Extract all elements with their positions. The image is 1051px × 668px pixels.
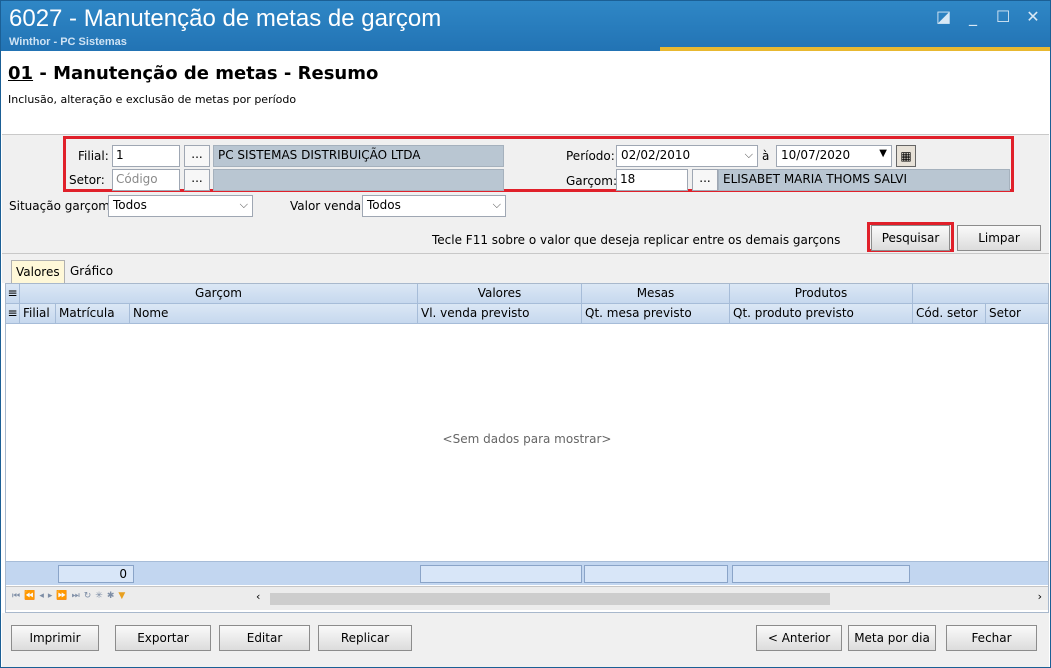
maximize-icon[interactable]: ☐ (996, 7, 1010, 26)
minimize-icon[interactable]: _ (966, 7, 980, 26)
setor-name-field (213, 169, 504, 191)
setor-label: Setor: (69, 173, 105, 187)
fechar-button[interactable]: Fechar (946, 625, 1037, 651)
tab-strip: Valores Gráfico (2, 253, 1049, 284)
setor-lookup-button[interactable]: ... (184, 169, 210, 191)
col-setor[interactable]: Setor (986, 304, 1048, 324)
window-controls: ◪ _ ☐ ✕ (936, 7, 1040, 26)
scroll-left-icon[interactable]: ‹ (256, 590, 260, 603)
grid-navigator: ⏮⏪◂▸⏩⏭↻✳✱▼ ‹ › (6, 586, 1048, 610)
situacao-label: Situação garçom: (9, 199, 115, 213)
restore-icon[interactable]: ◪ (936, 7, 951, 26)
filial-lookup-button[interactable]: ... (184, 145, 210, 167)
col-matricula[interactable]: Matrícula (56, 304, 130, 324)
chevron-down-icon: ⌵ (744, 148, 753, 161)
refresh-icon[interactable]: ↻ (84, 591, 96, 601)
setor-input[interactable]: Código (112, 169, 180, 191)
col-filial[interactable]: Filial (20, 304, 56, 324)
page-description: Inclusão, alteração e exclusão de metas … (8, 93, 297, 106)
col-cod-setor[interactable]: Cód. setor (913, 304, 986, 324)
filter-panel: Filial: 1 ... PC SISTEMAS DISTRIBUIÇÃO L… (2, 135, 1049, 253)
band-valores: Valores (418, 284, 582, 304)
app-window: 6027 - Manutenção de metas de garçom Win… (0, 0, 1051, 668)
page-header: 01 - Manutenção de metas - Resumo Inclus… (2, 51, 1049, 135)
summary-produtos (732, 565, 910, 583)
prev-page-icon[interactable]: ⏪ (24, 591, 39, 601)
bottom-button-bar: Imprimir Exportar Editar Replicar < Ante… (2, 613, 1049, 667)
valor-venda-label: Valor venda: (290, 199, 366, 213)
periodo-end-value: 10/07/2020 (781, 148, 851, 162)
garcom-label: Garçom: (566, 174, 617, 188)
meta-por-dia-button[interactable]: Meta por dia (848, 625, 936, 651)
valor-venda-value: Todos (367, 198, 401, 212)
col-vl-venda-previsto[interactable]: Vl. venda previsto (418, 304, 582, 324)
periodo-start-select[interactable]: 02/02/2010 ⌵ (616, 145, 758, 167)
dropdown-arrow-icon: ▼ (879, 148, 887, 159)
col-nome[interactable]: Nome (130, 304, 418, 324)
periodo-start-value: 02/02/2010 (621, 148, 691, 162)
anterior-button[interactable]: < Anterior (756, 625, 842, 651)
band-garcom: Garçom (20, 284, 418, 304)
next-page-icon[interactable]: ⏩ (56, 591, 71, 601)
grid-column-header: ≡ Filial Matrícula Nome Vl. venda previs… (6, 304, 1048, 324)
empty-grid-message: <Sem dados para mostrar> (442, 432, 612, 446)
prev-record-icon[interactable]: ◂ (39, 591, 48, 601)
summary-valores (420, 565, 582, 583)
band-mesas: Mesas (582, 284, 730, 304)
page-title: 01 - Manutenção de metas - Resumo (8, 63, 378, 84)
row-indicator-icon[interactable]: ≡ (6, 304, 20, 324)
pesquisar-button[interactable]: Pesquisar (871, 225, 950, 251)
chevron-down-icon: ⌵ (492, 198, 501, 211)
first-record-icon[interactable]: ⏮ (12, 591, 24, 601)
situacao-value: Todos (113, 198, 147, 212)
window-title: 6027 - Manutenção de metas de garçom (9, 5, 442, 32)
editar-button[interactable]: Editar (219, 625, 310, 651)
garcom-name-field: ELISABET MARIA THOMS SALVI (718, 169, 1010, 191)
close-icon[interactable]: ✕ (1026, 7, 1040, 26)
tab-grafico[interactable]: Gráfico (66, 260, 117, 284)
grid-band-header: ≡ Garçom Valores Mesas Produtos (6, 284, 1048, 304)
window-subtitle: Winthor - PC Sistemas (9, 36, 127, 48)
replicate-hint: Tecle F11 sobre o valor que deseja repli… (432, 233, 841, 247)
summary-mesas (584, 565, 728, 583)
grid-summary-row: 0 (6, 561, 1048, 585)
periodo-label: Período: (566, 149, 615, 163)
band-produtos: Produtos (730, 284, 913, 304)
band-empty (913, 284, 1048, 304)
page-title-text: - Manutenção de metas - Resumo (33, 63, 379, 84)
horizontal-scrollbar[interactable] (270, 593, 830, 605)
garcom-lookup-button[interactable]: ... (692, 169, 718, 191)
filial-label: Filial: (78, 149, 109, 163)
page-title-number: 01 (8, 63, 34, 84)
summary-count: 0 (58, 565, 134, 583)
title-bar: 6027 - Manutenção de metas de garçom Win… (1, 1, 1050, 51)
garcom-input[interactable]: 18 (616, 169, 688, 191)
replicar-button[interactable]: Replicar (318, 625, 412, 651)
imprimir-button[interactable]: Imprimir (11, 625, 99, 651)
filial-input[interactable]: 1 (112, 145, 180, 167)
col-qt-produto-previsto[interactable]: Qt. produto previsto (730, 304, 913, 324)
scroll-right-icon[interactable]: › (1038, 590, 1042, 603)
data-grid: ≡ Garçom Valores Mesas Produtos ≡ Filial… (5, 283, 1049, 613)
periodo-separator: à (762, 149, 770, 163)
chevron-down-icon: ⌵ (239, 198, 248, 211)
filial-name-field: PC SISTEMAS DISTRIBUIÇÃO LTDA (213, 145, 504, 167)
exportar-button[interactable]: Exportar (115, 625, 211, 651)
tab-valores[interactable]: Valores (11, 260, 65, 284)
col-qt-mesa-previsto[interactable]: Qt. mesa previsto (582, 304, 730, 324)
last-record-icon[interactable]: ⏭ (72, 591, 84, 601)
periodo-end-select[interactable]: 10/07/2020 ▼ (776, 145, 892, 167)
column-chooser-icon[interactable]: ≡ (6, 284, 20, 304)
goto-bookmark-icon[interactable]: ✱ (107, 591, 119, 601)
bookmark-icon[interactable]: ✳ (95, 591, 107, 601)
situacao-select[interactable]: Todos ⌵ (108, 195, 253, 217)
calendar-icon[interactable]: ▦ (896, 145, 916, 167)
limpar-button[interactable]: Limpar (957, 225, 1041, 251)
valor-venda-select[interactable]: Todos ⌵ (362, 195, 506, 217)
filter-icon[interactable]: ▼ (118, 591, 129, 601)
navigator-buttons[interactable]: ⏮⏪◂▸⏩⏭↻✳✱▼ (12, 591, 129, 601)
